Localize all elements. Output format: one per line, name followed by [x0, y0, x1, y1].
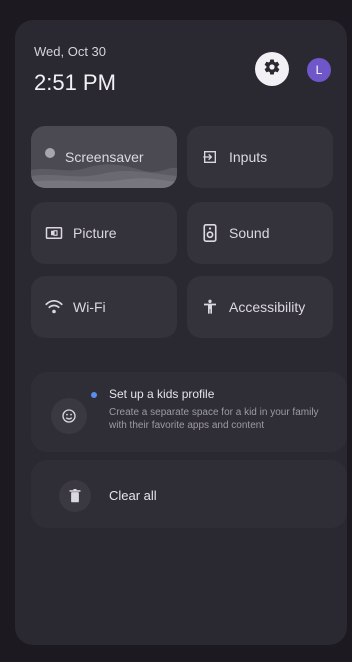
notification-dot — [91, 392, 97, 398]
avatar-initial: L — [315, 63, 323, 77]
tile-inputs[interactable]: Inputs — [187, 126, 333, 188]
clear-all-card[interactable]: Clear all — [31, 460, 347, 528]
kids-face-icon — [51, 398, 87, 434]
kids-profile-title: Set up a kids profile — [109, 387, 215, 401]
settings-button[interactable] — [255, 52, 289, 86]
tile-picture-label: Picture — [73, 225, 117, 241]
tile-accessibility-label: Accessibility — [229, 299, 306, 315]
input-icon — [201, 148, 219, 166]
trash-icon — [59, 480, 91, 512]
picture-icon — [45, 224, 63, 242]
accessibility-icon — [201, 298, 219, 316]
tile-accessibility[interactable]: Accessibility — [187, 276, 333, 338]
tile-sound[interactable]: Sound — [187, 202, 333, 264]
tile-wifi-label: Wi-Fi — [73, 299, 106, 315]
kids-profile-card[interactable]: Set up a kids profile Create a separate … — [31, 372, 347, 452]
tile-screensaver[interactable]: Screensaver — [31, 126, 177, 188]
tile-picture[interactable]: Picture — [31, 202, 177, 264]
tile-sound-label: Sound — [229, 225, 270, 241]
date-label: Wed, Oct 30 — [34, 44, 107, 59]
clear-all-label: Clear all — [109, 488, 157, 503]
quick-settings-panel: Wed, Oct 30 2:51 PM L Screensaver Inputs — [15, 20, 347, 645]
gear-icon — [263, 58, 281, 81]
speaker-icon — [201, 224, 219, 242]
kids-profile-description: Create a separate space for a kid in you… — [109, 407, 319, 431]
wifi-icon — [45, 298, 63, 316]
tile-screensaver-label: Screensaver — [65, 149, 144, 165]
tile-wifi[interactable]: Wi-Fi — [31, 276, 177, 338]
profile-avatar[interactable]: L — [307, 58, 331, 82]
tile-inputs-label: Inputs — [229, 149, 268, 165]
time-label: 2:51 PM — [34, 70, 116, 95]
